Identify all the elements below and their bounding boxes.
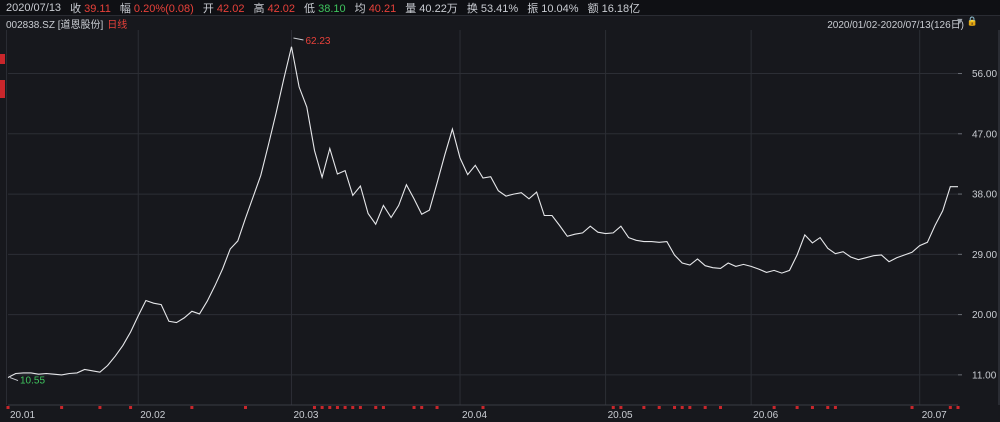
grid-layer [8,30,962,406]
high-pointer [293,37,304,41]
x-tick-label: 20.02 [140,410,165,421]
event-marker [910,406,914,409]
y-tick-label: 11.00 [972,370,997,381]
event-marker [244,406,247,409]
x-tick-label: 20.05 [608,410,633,421]
event-marker [320,406,324,409]
high-value-label: 62.23 [305,36,330,47]
event-marker [611,406,615,409]
x-tick-label: 20.03 [293,410,318,421]
y-tick-label: 38.00 [972,190,997,201]
price-line-chart[interactable]: 11.0020.0029.0038.0047.0056.00 20.01 20.0… [0,0,1000,422]
event-marker-layer [6,406,960,409]
event-marker [412,406,416,409]
event-marker [381,406,385,409]
price-series-line [7,46,958,378]
event-marker [129,406,133,409]
x-tick-label: 20.07 [922,410,947,421]
event-marker [60,406,64,409]
event-marker [642,406,646,409]
event-marker [374,406,378,409]
event-marker [833,406,837,409]
event-marker [6,406,10,409]
low-pointer [9,377,19,382]
event-marker [98,406,102,409]
event-marker [190,406,194,409]
event-marker [335,406,339,409]
event-marker [795,406,799,409]
event-marker [703,406,707,409]
event-marker [657,406,661,409]
event-marker [956,406,960,409]
event-marker [328,406,332,409]
event-marker [358,406,362,409]
event-marker [312,406,316,409]
y-tick-label: 56.00 [972,69,997,80]
x-tick-label: 20.06 [753,410,778,421]
x-axis: 20.01 20.02 20.03 20.04 20.05 20.06 20.07 [10,410,947,421]
event-marker [619,406,623,409]
y-axis: 11.00 20.00 29.00 38.00 47.00 56.00 [972,69,997,381]
event-marker [772,406,776,409]
event-marker [948,406,952,409]
event-marker [481,406,485,409]
event-marker [719,406,722,409]
event-marker [673,406,677,409]
y-tick-label: 47.00 [972,129,997,140]
low-value-label: 10.55 [20,376,45,387]
event-marker [420,406,424,409]
event-marker [351,406,355,409]
event-marker [680,406,684,409]
x-tick-label: 20.01 [10,410,35,421]
event-marker [343,406,347,409]
event-marker [826,406,830,409]
event-marker [435,406,439,409]
extreme-annotations: 62.23 10.55 [9,36,331,387]
event-marker [810,406,814,409]
x-tick-label: 20.04 [462,410,487,421]
y-tick-label: 20.00 [972,310,997,321]
y-tick-label: 29.00 [972,250,997,261]
event-marker [688,406,692,409]
